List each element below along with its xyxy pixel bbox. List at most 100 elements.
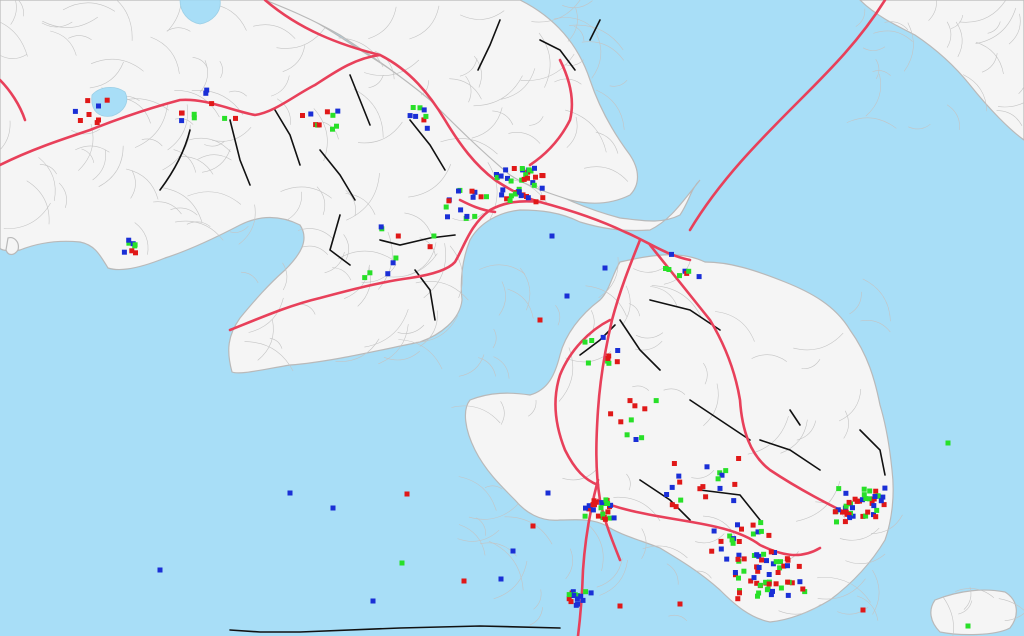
point-marker-red[interactable] [104,97,110,103]
point-marker-green[interactable] [582,513,588,519]
point-marker-blue[interactable] [456,188,461,194]
point-marker-red[interactable] [768,549,774,555]
point-marker-red[interactable] [739,526,744,532]
point-marker-red[interactable] [593,499,599,505]
point-marker-blue[interactable] [516,189,522,195]
point-marker-blue[interactable] [718,546,724,552]
point-marker-green[interactable] [222,115,228,121]
point-marker-blue[interactable] [126,237,132,243]
point-marker-green[interactable] [757,582,763,588]
point-marker-red[interactable] [617,603,623,609]
point-marker-red[interactable] [846,499,852,505]
point-marker-red[interactable] [735,556,741,562]
point-marker-green[interactable] [628,417,634,423]
point-marker-blue[interactable] [797,579,803,585]
point-marker-green[interactable] [583,589,589,595]
point-marker-red[interactable] [605,356,611,361]
point-marker-red[interactable] [533,174,538,180]
point-marker-blue[interactable] [588,590,594,596]
point-marker-red[interactable] [568,599,574,605]
point-marker-blue[interactable] [717,485,723,491]
point-marker-blue[interactable] [503,167,509,173]
point-marker-blue[interactable] [754,552,760,558]
point-marker-blue[interactable] [843,490,849,496]
point-marker-blue[interactable] [770,588,775,594]
point-marker-green[interactable] [334,123,339,129]
point-marker-red[interactable] [316,122,322,128]
point-marker-blue[interactable] [445,214,450,220]
point-marker-green[interactable] [598,505,604,511]
point-marker-green[interactable] [600,511,606,517]
point-marker-blue[interactable] [179,118,185,124]
point-marker-blue[interactable] [549,233,555,239]
point-marker-green[interactable] [639,435,645,441]
point-marker-blue[interactable] [764,558,769,564]
point-marker-red[interactable] [773,581,779,587]
point-marker-green[interactable] [582,339,588,345]
point-marker-red[interactable] [595,513,601,519]
point-marker-blue[interactable] [785,592,791,598]
point-marker-green[interactable] [472,213,478,219]
point-marker-green[interactable] [330,112,336,118]
point-marker-blue[interactable] [499,192,505,198]
point-marker-green[interactable] [758,520,764,526]
point-marker-blue[interactable] [731,498,737,504]
point-marker-green[interactable] [756,590,762,596]
point-marker-red[interactable] [525,175,530,181]
point-marker-blue[interactable] [532,165,537,171]
point-marker-blue[interactable] [308,111,314,117]
point-marker-blue[interactable] [157,567,163,573]
point-marker-red[interactable] [478,194,484,200]
point-marker-blue[interactable] [203,90,209,96]
point-marker-green[interactable] [526,167,532,173]
point-marker-red[interactable] [832,509,838,515]
point-marker-red[interactable] [737,590,742,596]
point-marker-green[interactable] [761,551,767,557]
point-marker-red[interactable] [766,581,772,587]
point-marker-green[interactable] [399,560,405,566]
point-marker-blue[interactable] [413,113,419,119]
point-marker-green[interactable] [410,105,416,110]
point-marker-blue[interactable] [539,185,545,191]
point-marker-red[interactable] [736,456,742,461]
point-marker-red[interactable] [324,109,330,115]
point-marker-red[interactable] [540,195,546,201]
point-marker-red[interactable] [608,411,614,417]
point-marker-green[interactable] [663,266,668,271]
point-marker-red[interactable] [511,166,517,171]
point-marker-red[interactable] [785,579,791,585]
point-marker-blue[interactable] [370,598,376,604]
point-marker-blue[interactable] [390,260,396,266]
point-marker-red[interactable] [395,233,401,239]
point-marker-green[interactable] [367,270,373,276]
point-marker-green[interactable] [624,432,630,438]
point-marker-red[interactable] [469,188,475,194]
point-marker-blue[interactable] [696,274,702,280]
point-marker-green[interactable] [653,398,659,404]
point-marker-red[interactable] [775,570,781,575]
point-marker-red[interactable] [233,115,238,121]
point-marker-green[interactable] [765,586,771,592]
point-marker-blue[interactable] [878,498,884,504]
point-marker-red[interactable] [614,359,620,365]
point-marker-red[interactable] [800,586,806,592]
point-marker-red[interactable] [677,601,683,607]
point-marker-blue[interactable] [785,563,790,569]
point-marker-blue[interactable] [571,593,577,598]
point-marker-red[interactable] [300,113,305,118]
point-marker-red[interactable] [736,539,742,544]
point-marker-green[interactable] [834,519,839,525]
point-marker-green[interactable] [715,476,721,482]
point-marker-green[interactable] [686,268,692,274]
point-marker-blue[interactable] [611,515,617,521]
point-marker-green[interactable] [741,568,747,574]
point-marker-blue[interactable] [500,187,506,193]
point-marker-blue[interactable] [735,522,740,528]
point-marker-blue[interactable] [756,565,762,570]
point-marker-green[interactable] [443,204,449,210]
point-marker-blue[interactable] [498,576,504,582]
point-marker-red[interactable] [179,110,184,116]
point-marker-red[interactable] [741,556,747,562]
point-marker-green[interactable] [678,497,684,503]
point-marker-blue[interactable] [464,213,470,219]
